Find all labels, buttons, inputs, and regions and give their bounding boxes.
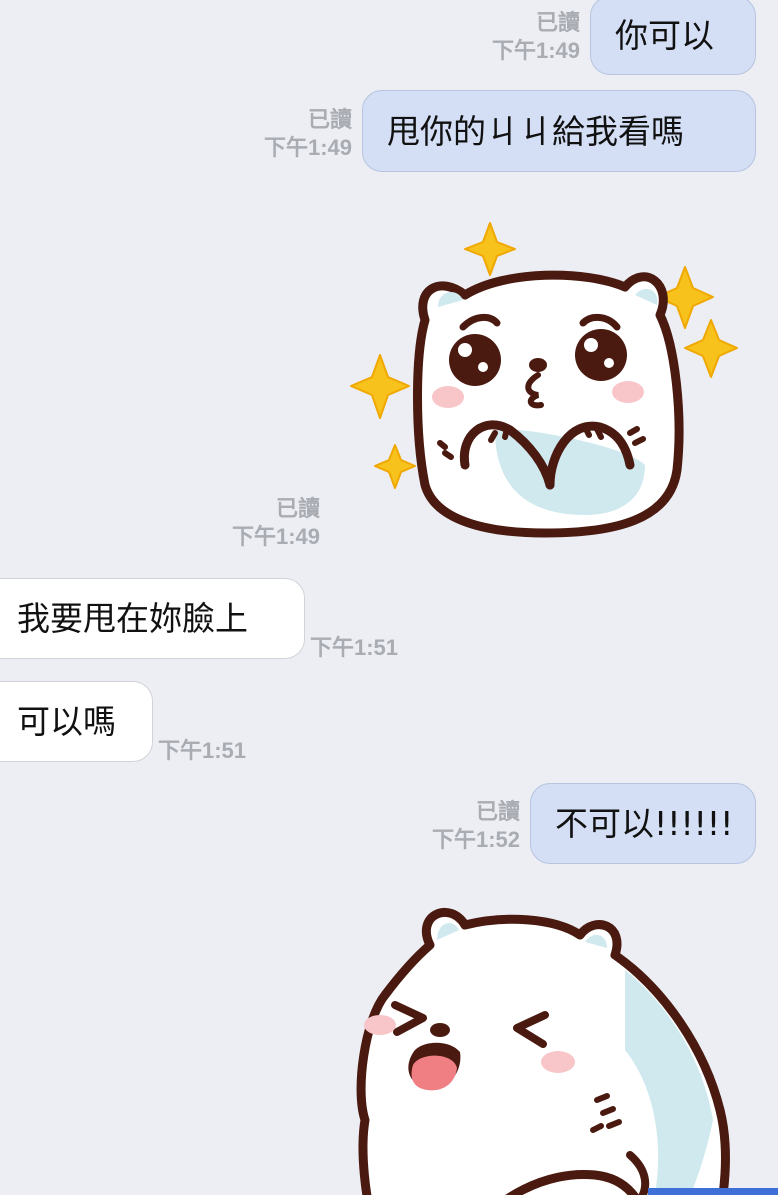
- outgoing-message-bubble[interactable]: 不可以!!!!!!: [530, 783, 756, 864]
- message-text: 你可以: [615, 16, 714, 55]
- read-receipt: 已讀: [307, 107, 352, 132]
- chat-thread: 已讀 下午1:49 你可以 已讀 下午1:49 甩你的ㄐㄐ給我看嗎 已讀 下午1…: [0, 0, 778, 1195]
- message-meta: 已讀 下午1:52: [400, 801, 520, 851]
- message-time: 下午1:51: [310, 635, 399, 660]
- bottom-indicator-bar: [648, 1188, 778, 1195]
- bear-tongue-out-sticker[interactable]: [345, 900, 755, 1195]
- read-receipt: 已讀: [275, 496, 320, 521]
- message-time: 下午1:52: [431, 827, 520, 852]
- message-meta: 已讀 下午1:49: [470, 12, 580, 62]
- outgoing-message-bubble[interactable]: 甩你的ㄐㄐ給我看嗎: [362, 90, 756, 172]
- message-time: 下午1:51: [158, 738, 247, 763]
- incoming-message-bubble[interactable]: 我要甩在妳臉上: [0, 578, 305, 659]
- read-receipt: 已讀: [475, 799, 520, 824]
- bear-tongue-icon: [356, 907, 730, 1195]
- message-text: 我要甩在妳臉上: [17, 599, 248, 638]
- message-time: 下午1:49: [263, 135, 352, 160]
- bear-pleading-sparkles-sticker[interactable]: [345, 215, 745, 545]
- bear-pleading-icon: [350, 222, 738, 538]
- message-meta: 下午1:51: [158, 740, 268, 762]
- incoming-message-bubble[interactable]: 可以嗎: [0, 681, 153, 762]
- message-text: 不可以!!!!!!: [555, 804, 734, 843]
- message-meta: 下午1:51: [310, 637, 420, 659]
- message-meta: 已讀 下午1:49: [232, 109, 352, 159]
- message-time: 下午1:49: [491, 38, 580, 63]
- read-receipt: 已讀: [535, 10, 580, 35]
- outgoing-message-bubble[interactable]: 你可以: [590, 0, 756, 75]
- message-text: 可以嗎: [17, 702, 116, 741]
- message-text: 甩你的ㄐㄐ給我看嗎: [387, 111, 684, 151]
- message-meta: 已讀 下午1:49: [200, 498, 320, 548]
- message-time: 下午1:49: [231, 524, 320, 549]
